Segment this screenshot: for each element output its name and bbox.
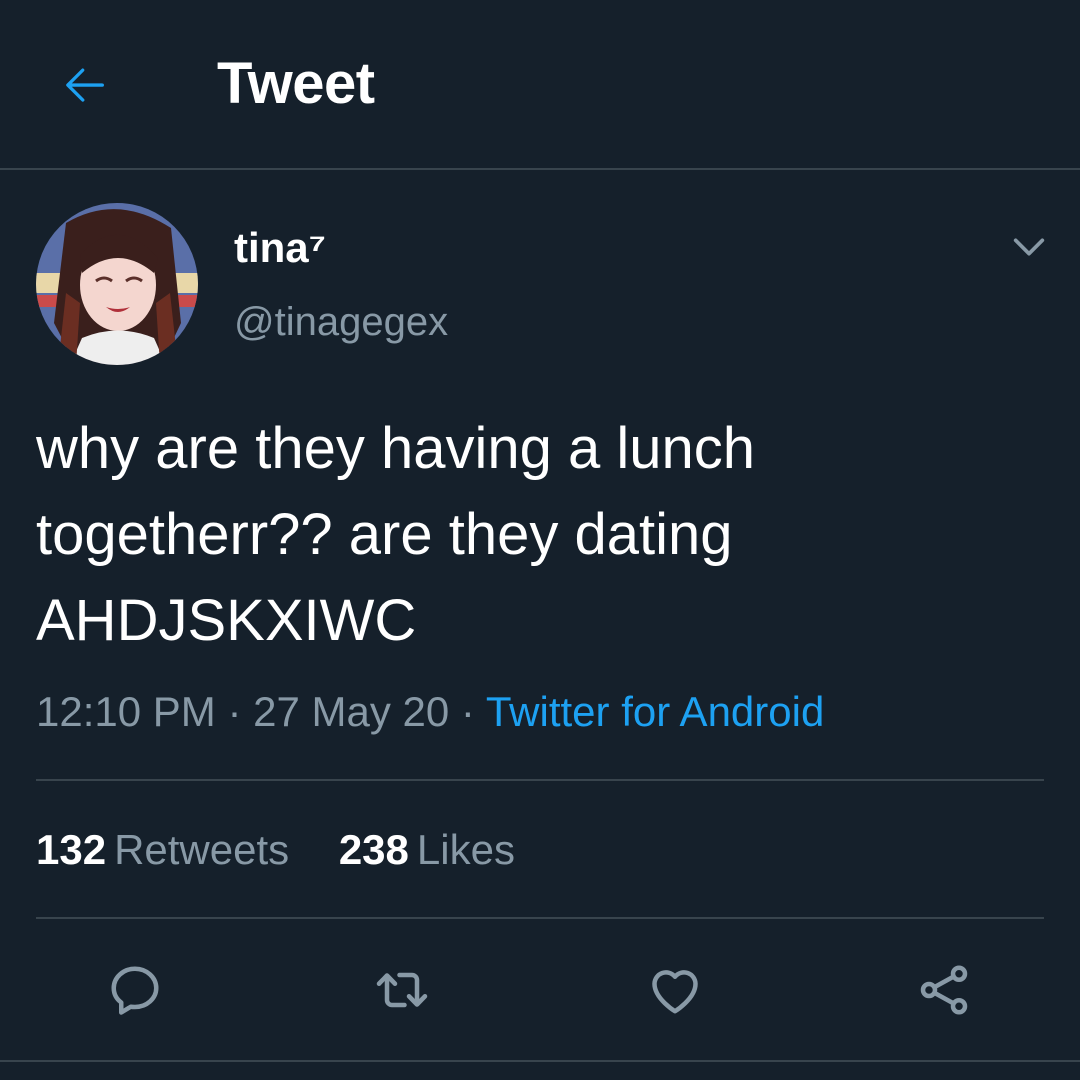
back-button[interactable] <box>50 52 120 118</box>
share-button[interactable] <box>912 958 976 1022</box>
likes-label: Likes <box>416 826 515 873</box>
likes-count: 238 <box>338 826 409 873</box>
divider <box>36 917 1044 919</box>
tweet-source-link[interactable]: Twitter for Android <box>486 688 824 735</box>
retweet-button[interactable] <box>370 958 434 1022</box>
avatar[interactable] <box>36 203 198 365</box>
retweets-label: Retweets <box>114 826 290 873</box>
engagement-stats: 132 Retweets 238 Likes <box>36 826 515 874</box>
arrow-left-icon <box>66 68 104 102</box>
retweets-stat[interactable]: 132 Retweets <box>36 826 289 874</box>
tweet-detail-screen: Tweet tina⁷ @tinagegex why are they havi… <box>0 0 1080 1080</box>
divider <box>0 1060 1080 1062</box>
chevron-down-icon <box>1013 238 1045 256</box>
retweets-count: 132 <box>36 826 107 873</box>
more-options-button[interactable] <box>1004 222 1054 272</box>
divider <box>36 779 1044 781</box>
tweet-text: why are they having a lunch togetherr?? … <box>36 416 755 653</box>
top-app-bar: Tweet <box>0 0 1080 170</box>
user-handle[interactable]: @tinagegex <box>234 300 448 345</box>
retweet-icon <box>376 972 428 1008</box>
likes-stat[interactable]: 238 Likes <box>339 826 515 874</box>
like-button[interactable] <box>643 958 707 1022</box>
avatar-image <box>36 203 198 365</box>
reply-icon <box>111 966 159 1015</box>
meta-separator: · <box>227 688 242 735</box>
heart-icon <box>652 970 698 1014</box>
tweet-metadata: 12:10 PM · 27 May 20 · Twitter for Andro… <box>36 688 824 736</box>
display-name[interactable]: tina⁷ <box>234 224 326 272</box>
tweet-date: 27 May 20 <box>253 688 450 735</box>
page-title: Tweet <box>217 51 375 116</box>
share-icon <box>920 965 968 1015</box>
tweet-time: 12:10 PM <box>36 688 216 735</box>
reply-button[interactable] <box>103 958 167 1022</box>
meta-separator: · <box>460 688 475 735</box>
